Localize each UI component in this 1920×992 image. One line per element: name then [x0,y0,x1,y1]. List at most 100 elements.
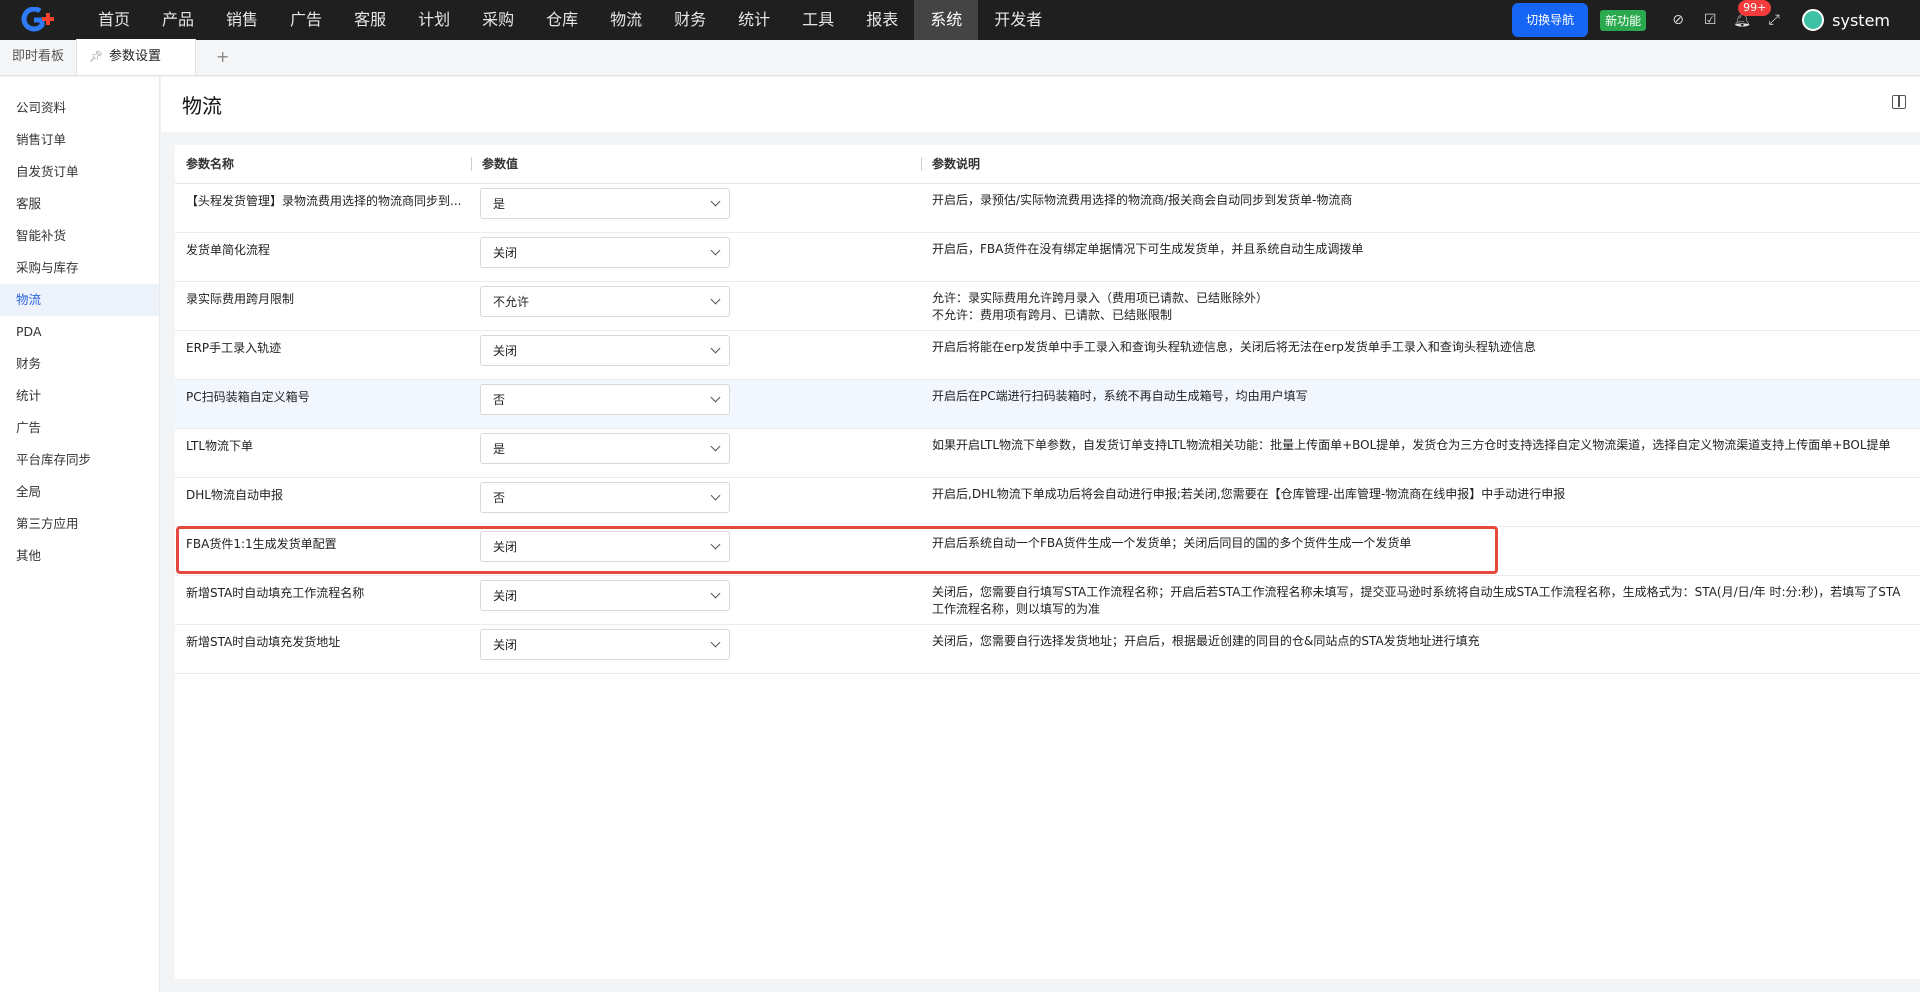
param-value-cell: 关闭 [471,624,921,674]
nav-item[interactable]: 首页 [82,0,146,40]
sidebar-item[interactable]: 第三方应用 [0,508,159,540]
nav-item[interactable]: 报表 [850,0,914,40]
chevron-down-icon [710,245,721,255]
sidebar-item[interactable]: 广告 [0,412,159,444]
tab-params[interactable]: 📌︎ 参数设置 [76,39,197,75]
nav-item[interactable]: 产品 [146,0,210,40]
select-value: 否 [493,392,506,407]
select-value: 关闭 [493,539,518,554]
column-header-name: 参数名称 [175,145,471,184]
param-value-cell: 关闭 [471,232,921,282]
param-desc-line: 开启后,DHL物流下单成功后将会自动进行申报;若关闭,您需要在【仓库管理-出库管… [932,486,1566,501]
param-name: DHL物流自动申报 [186,487,283,502]
param-value-cell: 关闭 [471,330,921,380]
avatar [1802,9,1825,31]
layout-toggle-icon[interactable] [1892,95,1906,109]
tab-dashboard[interactable]: 即时看板 [0,39,76,75]
param-value-select[interactable]: 是 [480,187,730,219]
logo-icon [21,7,54,32]
param-name-cell: DHL物流自动申报 [175,477,471,527]
param-name: 【头程发货管理】录物流费用选择的物流商同步到... [186,193,462,208]
param-value-select[interactable]: 是 [480,432,730,464]
select-value: 关闭 [493,343,518,358]
sidebar-item[interactable]: 公司资料 [0,92,159,124]
sidebar-item[interactable]: 物流 [0,284,159,316]
sidebar-item[interactable]: 平台库存同步 [0,444,159,476]
nav-item[interactable]: 采购 [466,0,530,40]
chevron-down-icon [710,343,721,353]
param-value-cell: 不允许 [471,281,921,331]
sidebar-item[interactable]: 采购与库存 [0,252,159,284]
param-desc-line: 开启后在PC端进行扫码装箱时，系统不再自动生成箱号，均由用户填写 [932,388,1308,403]
table-row: DHL物流自动申报 否 开启后,DHL物流下单成功后将会自动进行申报;若关闭,您需要… [175,477,1920,527]
param-desc-line: 开启后将能在erp发货单中手工录入和查询头程轨迹信息，关闭后将无法在erp发货单… [932,339,1536,354]
tab-params-label: 参数设置 [108,49,161,64]
param-desc-line: 不允许：费用项有跨月、已请款、已结账限制 [932,307,1173,322]
page-header: 物流 [161,77,1920,132]
param-name-cell: 录实际费用跨月限制 [175,281,471,331]
sidebar-item[interactable]: 财务 [0,348,159,380]
param-value-select[interactable]: 否 [480,383,730,415]
sidebar-item[interactable]: PDA [0,316,159,348]
calendar-check-icon[interactable]: ☑ [1694,12,1726,28]
new-feature-badge[interactable]: 新功能 [1600,9,1647,31]
param-value-select[interactable]: 否 [480,481,730,513]
param-desc-cell: 关闭后，您需要自行选择发货地址；开启后，根据最近创建的同目的仓&同站点的STA发… [921,624,1920,674]
nav-item[interactable]: 系统 [914,0,979,40]
sidebar-item[interactable]: 其他 [0,540,159,572]
select-value: 关闭 [493,245,518,260]
app-logo[interactable] [0,0,82,40]
param-name-cell: 发货单简化流程 [175,232,471,282]
chevron-down-icon [710,196,721,206]
param-value-select[interactable]: 关闭 [480,334,730,366]
sidebar-item[interactable]: 全局 [0,476,159,508]
param-value-cell: 关闭 [471,526,921,576]
pin-icon[interactable]: 📌︎ [89,50,103,63]
nav-item[interactable]: 财务 [658,0,722,40]
param-value-cell: 否 [471,379,921,429]
nav-item[interactable]: 统计 [722,0,786,40]
bell-icon[interactable]: 🔔︎ 99+ [1726,0,1772,28]
switch-nav-button[interactable]: 切换导航 [1512,3,1589,37]
param-name-cell: FBA货件1:1生成发货单配置 [175,526,471,576]
param-value-select[interactable]: 关闭 [480,579,730,611]
sidebar-item[interactable]: 自发货订单 [0,156,159,188]
sidebar-item[interactable]: 销售订单 [0,124,159,156]
param-value-select[interactable]: 不允许 [480,285,730,317]
top-nav: 首页 产品 销售 广告 客服 计划 采购 仓库 物流 财务 统计 工具 报表 系统 开发者 切换导航 新功能… [0,0,1920,40]
param-value-select[interactable]: 关闭 [480,236,730,268]
nav-item[interactable]: 仓库 [530,0,594,40]
add-tab-button[interactable]: + [196,39,249,75]
param-value-cell: 是 [471,183,921,233]
sidebar-item[interactable]: 智能补货 [0,220,159,252]
param-desc-line: 关闭后，您需要自行填写STA工作流程名称；开启后若STA工作流程名称未填写，提交… [932,584,1901,599]
column-header-desc: 参数说明 [921,145,1920,184]
nav-item[interactable]: 计划 [402,0,466,40]
nav-item[interactable]: 工具 [786,0,850,40]
select-value: 是 [493,441,506,456]
user-menu[interactable]: system [1802,9,1890,31]
chevron-down-icon [710,392,721,402]
main-menu: 首页 产品 销售 广告 客服 计划 采购 仓库 物流 财务 统计 工具 报表 系统 开发者 [82,0,1058,40]
username: system [1832,10,1890,30]
param-desc-cell: 允许：录实际费用允许跨月录入（费用项已请款、已结账除外） 不允许：费用项有跨月、已… [921,281,1920,331]
page-tabs: 即时看板 📌︎ 参数设置 + [0,39,1920,76]
param-desc-line: 工作流程名称，则以填写的为准 [932,601,1101,616]
table-row: 【头程发货管理】录物流费用选择的物流商同步到... 是 开启后，录预估/实际物流费用… [175,183,1920,233]
help-icon[interactable]: ⊘ [1662,12,1694,28]
sidebar-item[interactable]: 客服 [0,188,159,220]
param-name: 新增STA时自动填充工作流程名称 [186,585,365,600]
param-name-cell: PC扫码装箱自定义箱号 [175,379,471,429]
fullscreen-icon[interactable]: ⤢ [1758,12,1790,28]
nav-item[interactable]: 客服 [338,0,402,40]
table-row: LTL物流下单 是 如果开启LTL物流下单参数，自发货订单支持LTL物流相关功能：批… [175,428,1920,478]
param-name-cell: 新增STA时自动填充发货地址 [175,624,471,674]
param-value-select[interactable]: 关闭 [480,628,730,660]
nav-item[interactable]: 销售 [210,0,274,40]
nav-item[interactable]: 开发者 [978,0,1058,40]
nav-item[interactable]: 广告 [274,0,338,40]
nav-item[interactable]: 物流 [594,0,658,40]
sidebar-item[interactable]: 统计 [0,380,159,412]
param-value-select[interactable]: 关闭 [480,530,730,562]
param-name: FBA货件1:1生成发货单配置 [186,536,337,551]
